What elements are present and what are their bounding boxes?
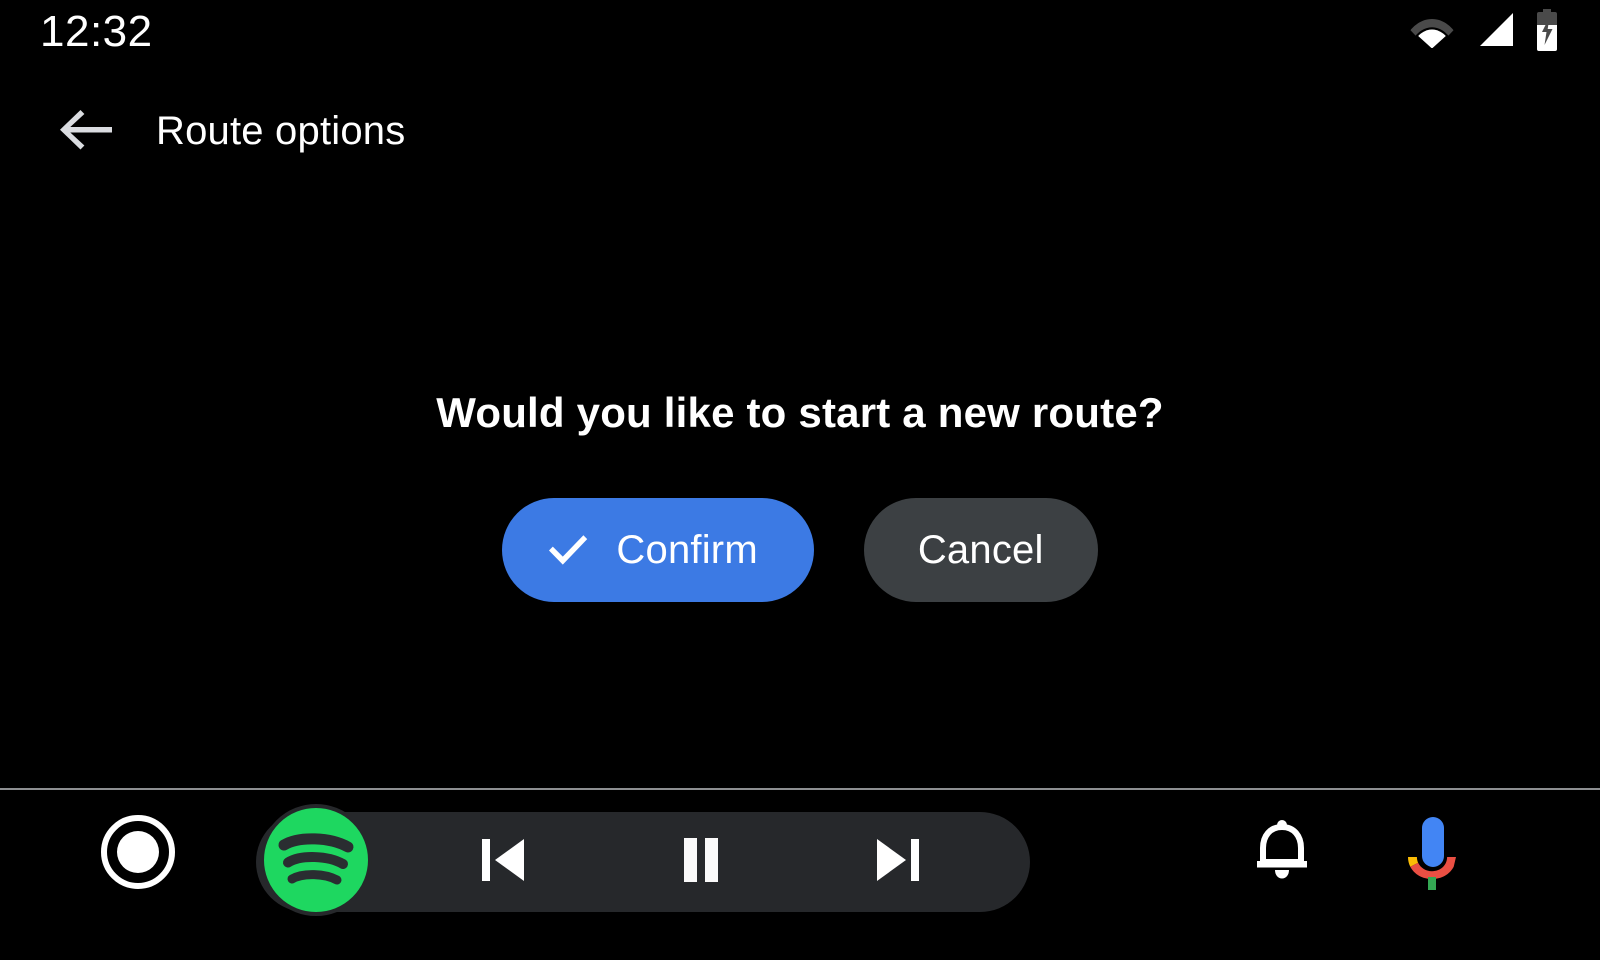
dialog-prompt: Would you like to start a new route? (436, 389, 1164, 436)
google-assistant-mic-icon (1396, 813, 1468, 896)
pause-button[interactable] (671, 832, 731, 892)
bottom-bar (0, 790, 1600, 960)
battery-charging-icon (1534, 8, 1560, 56)
status-icons (1410, 8, 1560, 56)
notifications-button[interactable] (1246, 818, 1318, 890)
wifi-icon (1410, 12, 1454, 53)
skip-next-icon (872, 833, 924, 892)
status-bar: 12:32 (0, 0, 1600, 64)
skip-previous-button[interactable] (473, 832, 533, 892)
media-control-pill (256, 803, 1030, 916)
pause-icon (678, 833, 724, 892)
cell-signal-icon (1472, 11, 1516, 54)
dialog-actions: Confirm Cancel (502, 498, 1098, 602)
home-circle-icon (100, 814, 176, 895)
cancel-button-label: Cancel (917, 527, 1044, 572)
arrow-left-icon (58, 105, 114, 158)
assistant-button[interactable] (1396, 816, 1468, 892)
app-header: Route options (0, 96, 1600, 166)
bell-icon (1246, 816, 1318, 893)
skip-next-button[interactable] (868, 832, 928, 892)
cancel-button[interactable]: Cancel (863, 498, 1098, 602)
check-icon (546, 532, 590, 568)
confirm-button-label: Confirm (616, 527, 758, 572)
page-title: Route options (156, 109, 406, 153)
back-button[interactable] (58, 103, 114, 159)
home-button[interactable] (100, 814, 176, 895)
spotify-icon (258, 802, 374, 923)
confirm-button[interactable]: Confirm (502, 498, 814, 602)
route-confirm-dialog: Would you like to start a new route? Con… (0, 200, 1600, 790)
skip-previous-icon (477, 833, 529, 892)
media-app-button[interactable] (258, 802, 374, 923)
status-clock: 12:32 (40, 7, 153, 56)
